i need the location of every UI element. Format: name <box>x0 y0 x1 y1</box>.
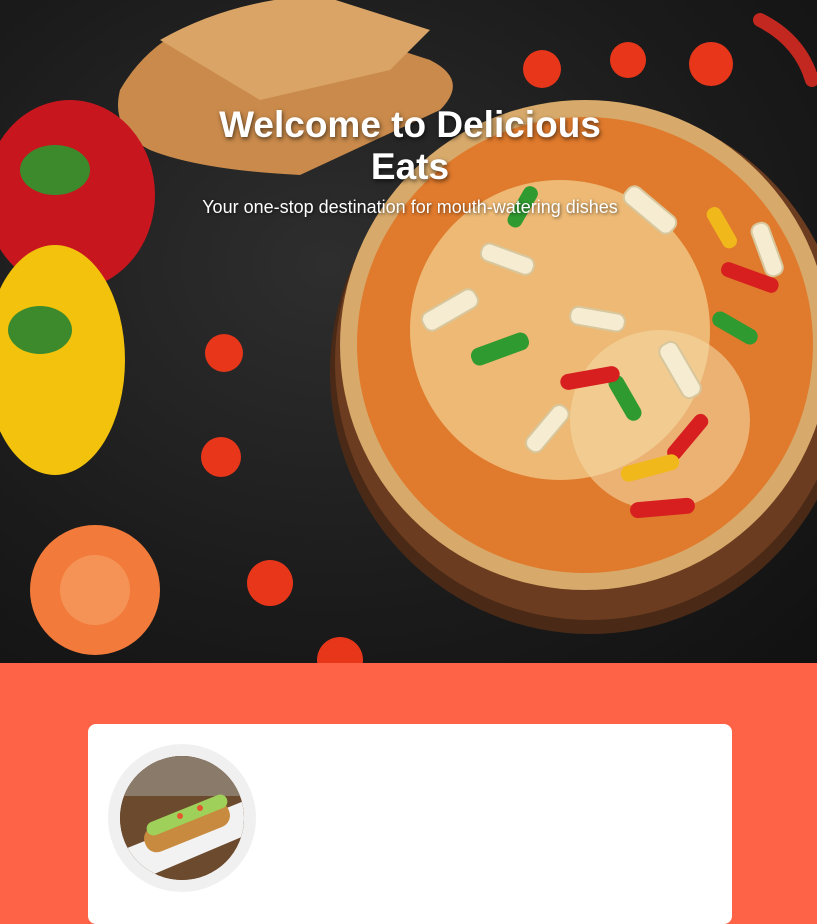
hero-background-image <box>0 0 817 663</box>
dish-image <box>120 756 244 880</box>
hero-title: Welcome to Delicious Eats <box>219 104 601 187</box>
hero-subtitle: Your one-stop destination for mouth-wate… <box>202 197 618 217</box>
hero-text: Welcome to Delicious Eats Your one-stop … <box>200 104 620 218</box>
featured-section <box>0 663 817 924</box>
dish-image-frame <box>108 744 256 892</box>
dish-card[interactable] <box>88 724 732 924</box>
hero-banner: Welcome to Delicious Eats Your one-stop … <box>0 0 817 663</box>
sushi-image <box>120 756 244 880</box>
